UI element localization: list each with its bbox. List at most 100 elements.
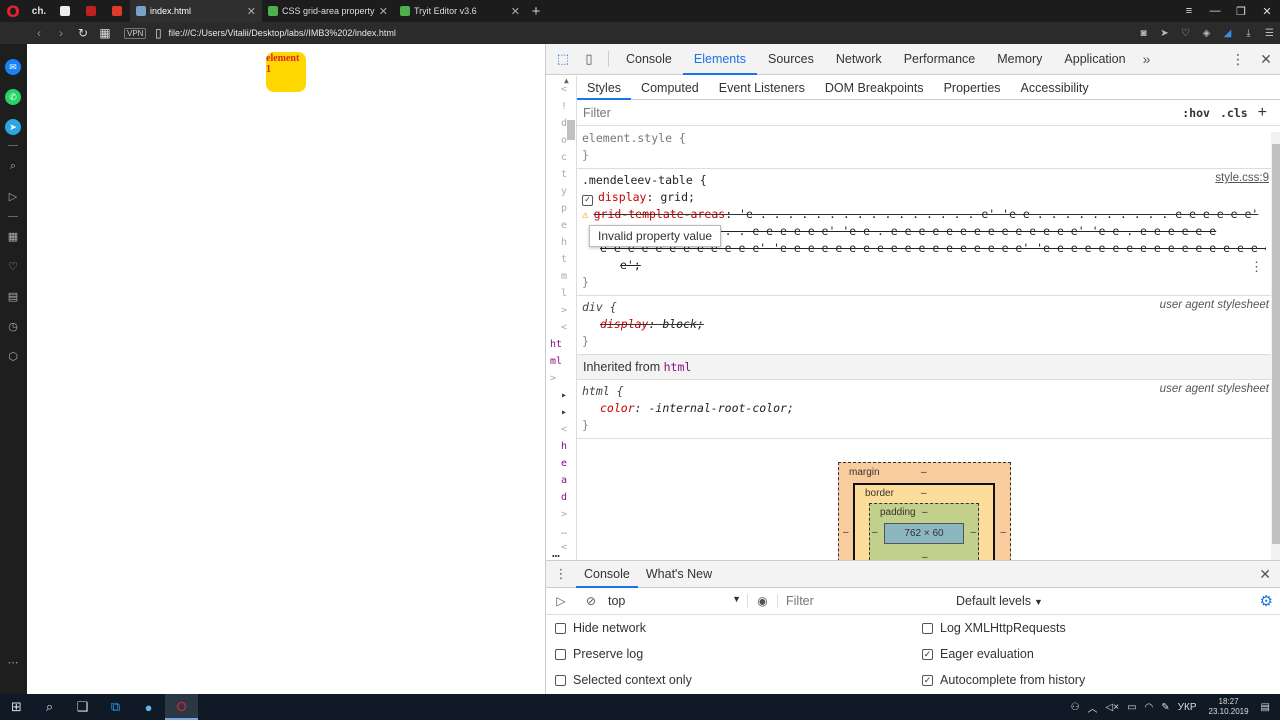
padding-left-value[interactable]: –: [872, 527, 878, 538]
rule-selector[interactable]: .mendeleev-table {: [582, 173, 707, 187]
subtab-event-listeners[interactable]: Event Listeners: [709, 76, 815, 100]
property-name[interactable]: display: [598, 190, 646, 204]
rule-selector[interactable]: element.style {: [582, 131, 686, 145]
pinned-tab-ch[interactable]: ch.: [26, 0, 52, 22]
inspect-element-icon[interactable]: ⬚: [550, 44, 576, 75]
news-icon[interactable]: ▤: [4, 290, 22, 303]
device-toolbar-icon[interactable]: ▯: [576, 44, 602, 75]
reload-icon[interactable]: ↻: [72, 26, 94, 40]
search-icon[interactable]: ⌕: [4, 160, 22, 173]
drawer-menu-icon[interactable]: ⋮: [546, 566, 576, 582]
vscode-icon[interactable]: ⧉: [99, 694, 132, 720]
devtools-menu-icon[interactable]: ⋮: [1224, 51, 1252, 68]
styles-filter-input[interactable]: [583, 102, 1163, 123]
drawer-tab-console[interactable]: Console: [576, 561, 638, 588]
opera-menu-icon[interactable]: O: [0, 0, 26, 22]
padding-right-value[interactable]: –: [970, 527, 976, 538]
invalid-property-name[interactable]: grid-template-areas: [594, 207, 726, 221]
tab-css-grid-area[interactable]: CSS grid-area property ✕: [262, 0, 394, 22]
minimize-icon[interactable]: —: [1202, 5, 1228, 17]
hov-toggle[interactable]: :hov: [1182, 106, 1210, 120]
more-tabs-icon[interactable]: »: [1137, 51, 1157, 67]
checkbox[interactable]: [555, 622, 566, 634]
flow-send-icon[interactable]: ▷: [4, 190, 22, 203]
margin-left-value[interactable]: –: [843, 527, 849, 538]
tab-elements[interactable]: Elements: [682, 44, 758, 75]
styles-scrollbar-thumb[interactable]: [1272, 144, 1280, 544]
context-selector[interactable]: top ▼: [608, 594, 748, 608]
close-window-icon[interactable]: ✕: [1254, 5, 1280, 18]
close-devtools-icon[interactable]: ✕: [1252, 51, 1280, 68]
property-checkbox[interactable]: ✓: [582, 195, 593, 206]
option-autocomplete-from-history[interactable]: ✓ Autocomplete from history: [922, 673, 1085, 687]
tab-index-html[interactable]: index.html ✕: [130, 0, 262, 22]
styles-scrollbar[interactable]: [1271, 132, 1280, 560]
forward-icon[interactable]: ›: [50, 26, 72, 40]
url-field[interactable]: file:///C:/Users/Vitalii/Desktop/labs//I…: [168, 28, 395, 38]
tab-memory[interactable]: Memory: [986, 44, 1053, 75]
tab-sources[interactable]: Sources: [757, 44, 825, 75]
back-icon[interactable]: ‹: [28, 26, 50, 40]
padding-top-value[interactable]: –: [922, 507, 928, 518]
windows-start-icon[interactable]: ⊞: [0, 694, 33, 720]
clear-console-icon[interactable]: ⊘: [576, 594, 606, 608]
new-tab-icon[interactable]: +: [526, 3, 546, 20]
rule-source-link[interactable]: style.css:9: [1215, 172, 1269, 184]
vpn-extension-icon[interactable]: ◢: [1217, 28, 1238, 39]
messenger-icon[interactable]: ✉: [5, 59, 21, 75]
checkbox-checked[interactable]: ✓: [922, 674, 933, 686]
pinned-tab-3[interactable]: [78, 0, 104, 22]
live-expression-eye-icon[interactable]: ◉: [748, 594, 778, 608]
option-selected-context-only[interactable]: Selected context only: [555, 673, 692, 687]
people-icon[interactable]: ⚇: [1071, 702, 1080, 713]
subtab-accessibility[interactable]: Accessibility: [1011, 76, 1099, 100]
pinned-tab-4[interactable]: [104, 0, 130, 22]
extensions-cube-icon[interactable]: ⬡: [4, 350, 22, 363]
html-node-line[interactable]: ht: [550, 339, 562, 350]
snapshot-icon[interactable]: ◙: [1133, 28, 1154, 39]
clock[interactable]: 18:27 23.10.2019: [1209, 697, 1249, 717]
close-drawer-icon[interactable]: ✕: [1259, 561, 1271, 588]
volume-icon[interactable]: ◁×: [1106, 702, 1120, 713]
opera-app-icon[interactable]: O: [165, 694, 198, 720]
border-top-value[interactable]: –: [921, 488, 927, 499]
margin-right-value[interactable]: –: [1000, 527, 1006, 538]
console-filter-input[interactable]: [786, 591, 946, 611]
easy-setup-icon[interactable]: ☰: [1259, 28, 1280, 39]
download-icon[interactable]: ⤓: [1238, 28, 1259, 39]
history-icon[interactable]: ◷: [4, 320, 22, 333]
speed-dial-icon[interactable]: ▦: [4, 230, 22, 243]
gutter-more[interactable]: …: [552, 546, 560, 561]
box-model-padding[interactable]: padding – – – – 762 × 60: [869, 503, 979, 560]
checkbox[interactable]: [922, 622, 933, 634]
wifi-icon[interactable]: ◠: [1145, 702, 1154, 713]
invalid-property-value[interactable]: 'e . . . . . . . . . . . . . . . . e' 'e…: [739, 207, 1258, 221]
option-hide-network[interactable]: Hide network: [555, 621, 646, 635]
sidebar-more-icon[interactable]: ⋯: [4, 656, 22, 669]
vpn-badge[interactable]: VPN: [124, 27, 147, 39]
language-indicator[interactable]: УКР: [1178, 702, 1197, 713]
margin-top-value[interactable]: –: [921, 467, 927, 478]
subtab-dom-breakpoints[interactable]: DOM Breakpoints: [815, 76, 934, 100]
html-node-line[interactable]: ml: [550, 356, 562, 367]
option-eager-evaluation[interactable]: ✓ Eager evaluation: [922, 647, 1034, 661]
inherited-tag-link[interactable]: html: [664, 360, 692, 374]
telegram-icon[interactable]: ➤: [5, 119, 21, 135]
subtab-computed[interactable]: Computed: [631, 76, 709, 100]
show-sidebar-icon[interactable]: ▷: [546, 594, 576, 608]
property-value[interactable]: grid;: [660, 190, 695, 204]
tab-application[interactable]: Application: [1053, 44, 1136, 75]
drawer-tab-whats-new[interactable]: What's New: [638, 561, 720, 588]
close-tab-icon[interactable]: ✕: [379, 5, 388, 18]
rule-menu-icon[interactable]: ⋮: [1250, 259, 1263, 275]
pinned-tab-2[interactable]: [52, 0, 78, 22]
console-settings-gear-icon[interactable]: ⚙: [1260, 588, 1273, 615]
extension-icon[interactable]: ◈: [1196, 28, 1217, 39]
elements-tree-gutter[interactable]: ▲ < ! d o c t y p e h t m l > < ht ml > …: [546, 76, 577, 561]
subtab-properties[interactable]: Properties: [934, 76, 1011, 100]
box-model-margin[interactable]: margin – – – border – – padding – –: [838, 462, 1011, 560]
tab-menu-icon[interactable]: ≡: [1176, 5, 1202, 17]
tab-console[interactable]: Console: [615, 44, 683, 75]
whatsapp-icon[interactable]: ✆: [5, 89, 21, 105]
close-tab-icon[interactable]: ✕: [247, 5, 256, 18]
